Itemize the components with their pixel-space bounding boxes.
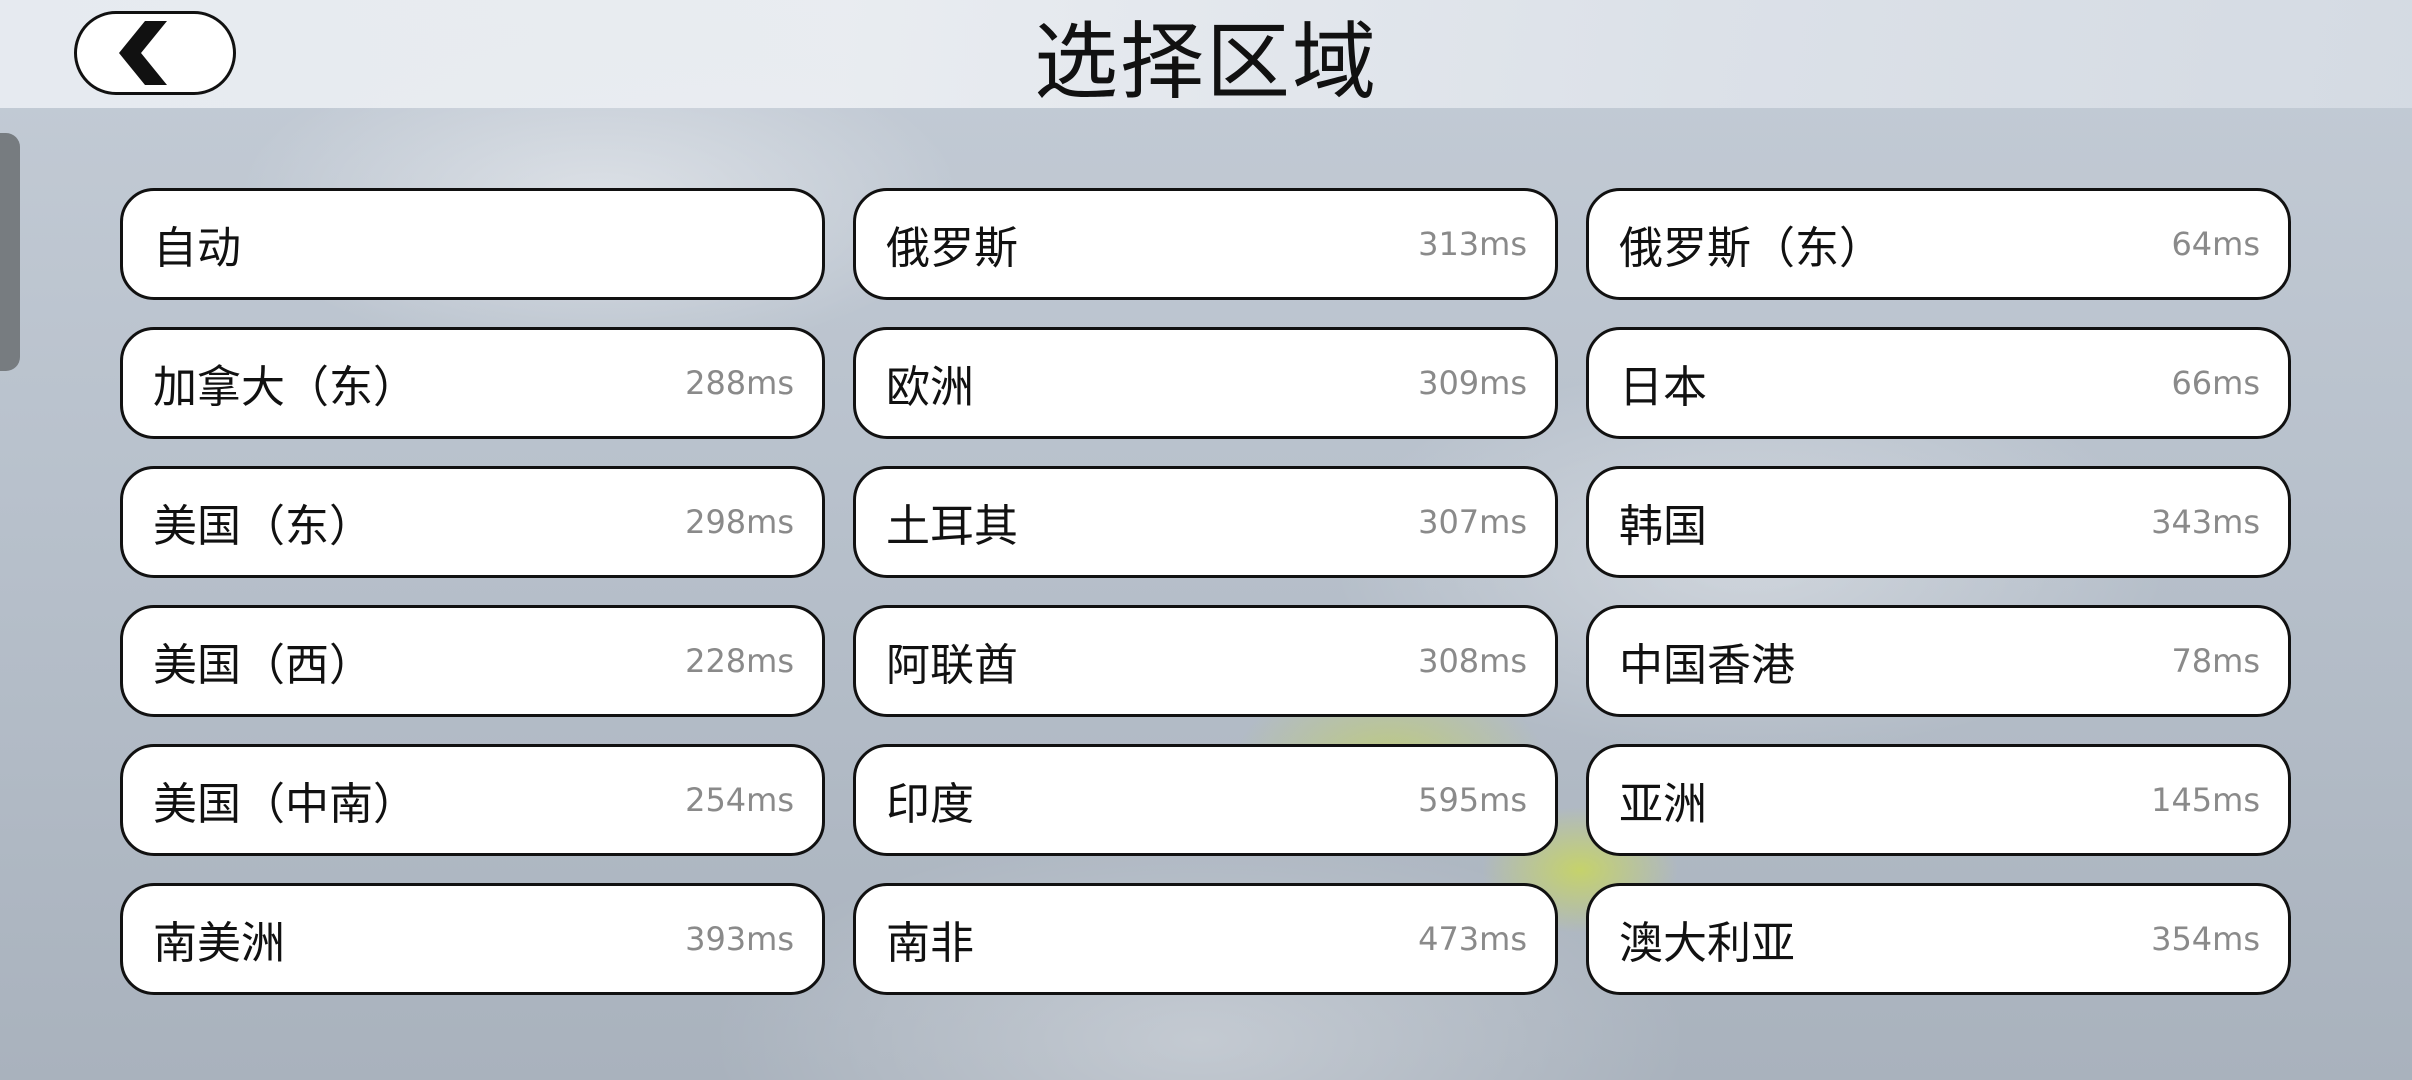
region-name: 中国香港 xyxy=(1619,640,1795,691)
region-name: 美国（东） xyxy=(153,501,373,552)
region-name: 澳大利亚 xyxy=(1619,918,1795,969)
region-item-india[interactable]: 印度 595ms xyxy=(853,744,1558,856)
region-item-us-east[interactable]: 美国（东） 298ms xyxy=(120,466,825,578)
region-ping: 343ms xyxy=(2151,503,2260,541)
region-ping: 66ms xyxy=(2171,364,2260,402)
region-name: 美国（西） xyxy=(153,640,373,691)
region-name: 俄罗斯（东） xyxy=(1619,223,1883,274)
region-item-south-africa[interactable]: 南非 473ms xyxy=(853,883,1558,995)
region-ping: 78ms xyxy=(2171,642,2260,680)
region-item-europe[interactable]: 欧洲 309ms xyxy=(853,327,1558,439)
region-ping: 145ms xyxy=(2151,781,2260,819)
region-ping: 308ms xyxy=(1418,642,1527,680)
region-name: 欧洲 xyxy=(886,362,974,413)
region-ping: 473ms xyxy=(1418,920,1527,958)
region-item-us-west[interactable]: 美国（西） 228ms xyxy=(120,605,825,717)
region-ping: 595ms xyxy=(1418,781,1527,819)
region-item-south-america[interactable]: 南美洲 393ms xyxy=(120,883,825,995)
region-name: 韩国 xyxy=(1619,501,1707,552)
region-name: 土耳其 xyxy=(886,501,1018,552)
region-item-russia-east[interactable]: 俄罗斯（东） 64ms xyxy=(1586,188,2291,300)
region-name: 南非 xyxy=(886,918,974,969)
region-name: 俄罗斯 xyxy=(886,223,1018,274)
region-ping: 288ms xyxy=(685,364,794,402)
region-item-hong-kong[interactable]: 中国香港 78ms xyxy=(1586,605,2291,717)
region-ping: 309ms xyxy=(1418,364,1527,402)
region-ping: 64ms xyxy=(2171,225,2260,263)
region-name: 日本 xyxy=(1619,362,1707,413)
region-item-us-south-central[interactable]: 美国（中南） 254ms xyxy=(120,744,825,856)
region-item-turkey[interactable]: 土耳其 307ms xyxy=(853,466,1558,578)
region-name: 阿联酋 xyxy=(886,640,1018,691)
region-name: 自动 xyxy=(153,223,241,274)
region-name: 亚洲 xyxy=(1619,779,1707,830)
region-grid: 自动 俄罗斯 313ms 俄罗斯（东） 64ms 加拿大（东） 288ms 欧洲… xyxy=(120,188,2291,995)
region-ping: 393ms xyxy=(685,920,794,958)
region-ping: 254ms xyxy=(685,781,794,819)
page-title: 选择区域 xyxy=(1033,13,1378,111)
region-item-korea[interactable]: 韩国 343ms xyxy=(1586,466,2291,578)
region-name: 美国（中南） xyxy=(153,779,417,830)
side-drawer-handle[interactable] xyxy=(0,133,20,371)
region-item-auto[interactable]: 自动 xyxy=(120,188,825,300)
region-item-asia[interactable]: 亚洲 145ms xyxy=(1586,744,2291,856)
region-ping: 313ms xyxy=(1418,225,1527,263)
region-item-australia[interactable]: 澳大利亚 354ms xyxy=(1586,883,2291,995)
region-item-russia[interactable]: 俄罗斯 313ms xyxy=(853,188,1558,300)
region-name: 加拿大（东） xyxy=(153,362,417,413)
region-ping: 298ms xyxy=(685,503,794,541)
region-item-uae[interactable]: 阿联酋 308ms xyxy=(853,605,1558,717)
region-name: 印度 xyxy=(886,779,974,830)
region-ping: 354ms xyxy=(2151,920,2260,958)
region-name: 南美洲 xyxy=(153,918,285,969)
region-ping: 228ms xyxy=(685,642,794,680)
region-item-japan[interactable]: 日本 66ms xyxy=(1586,327,2291,439)
region-item-canada-east[interactable]: 加拿大（东） 288ms xyxy=(120,327,825,439)
region-ping: 307ms xyxy=(1418,503,1527,541)
